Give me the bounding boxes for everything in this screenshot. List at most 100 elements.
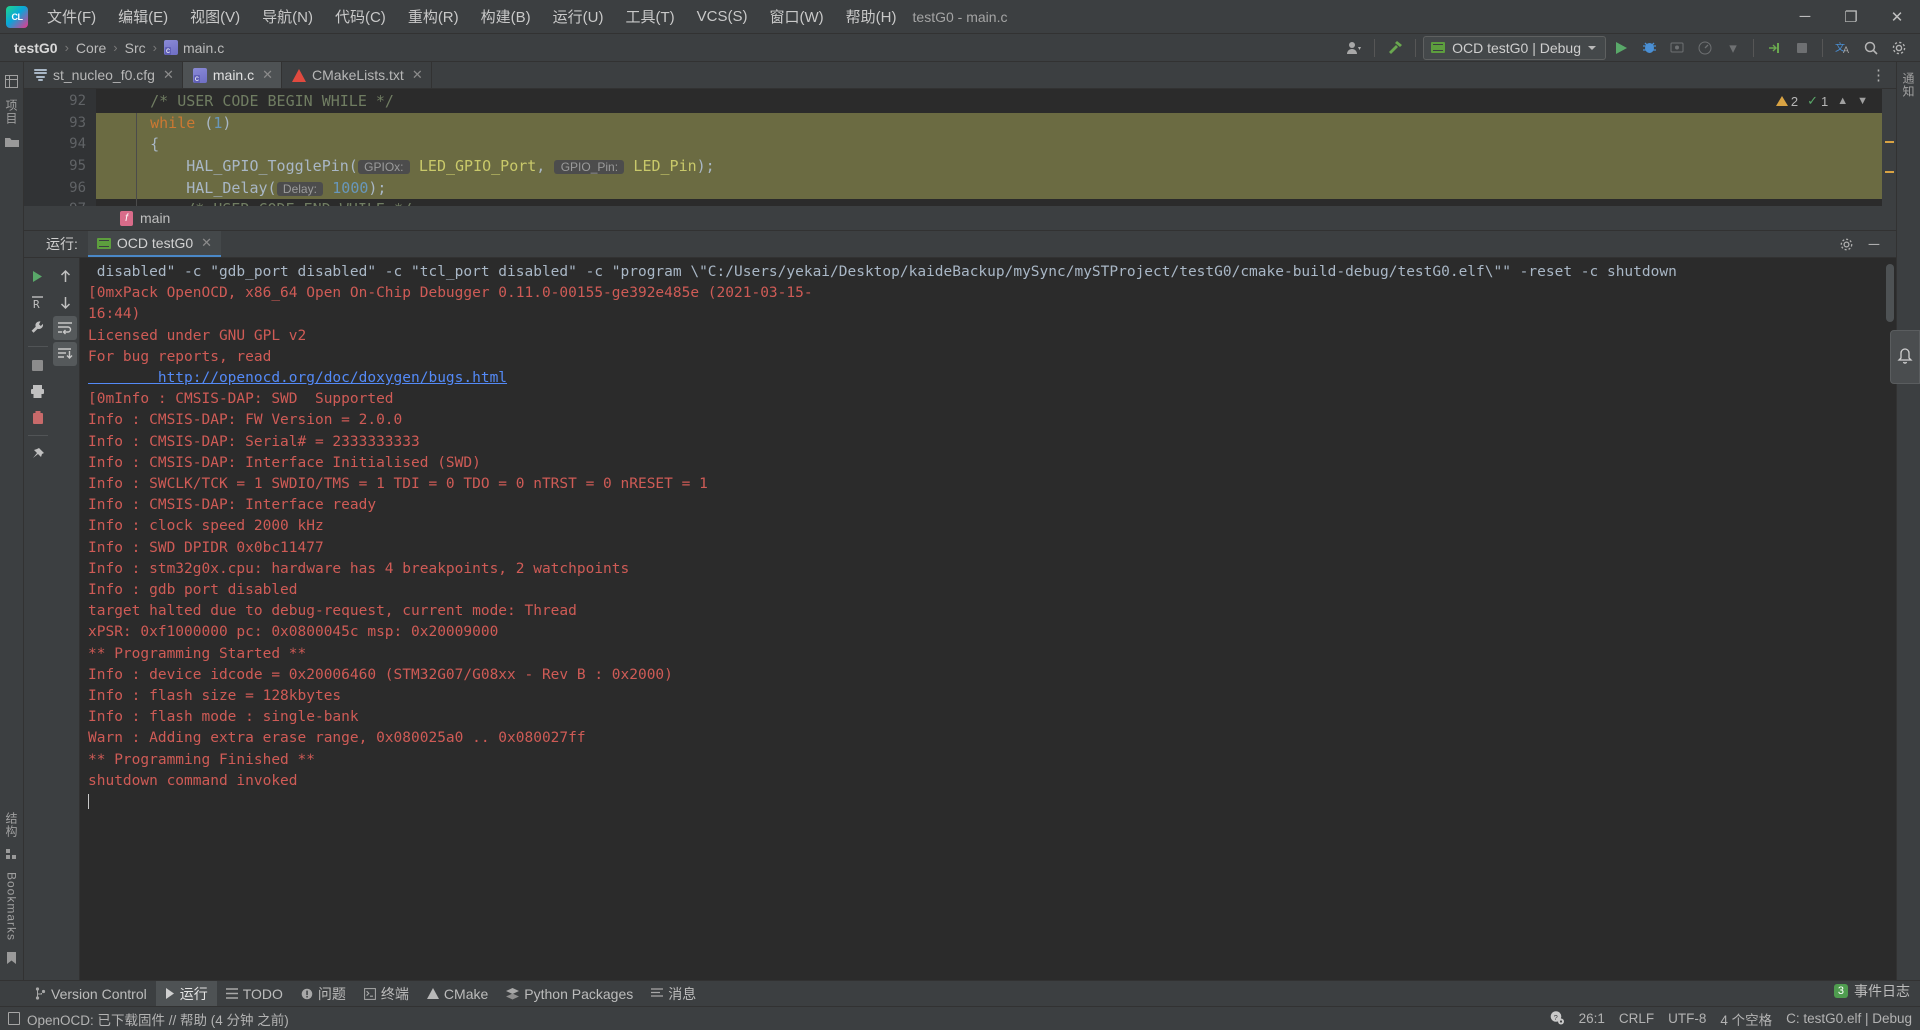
tab-cmakelists-txt[interactable]: CMakeLists.txt ✕ <box>282 62 432 88</box>
notifications-popup[interactable] <box>1890 330 1920 384</box>
up-button[interactable] <box>53 264 77 288</box>
caret-position[interactable]: 26:1 <box>1579 1011 1605 1026</box>
translate-icon[interactable]: 文A <box>1830 36 1856 60</box>
inspection-scrollbar[interactable] <box>1882 89 1896 206</box>
status-message[interactable]: OpenOCD: 已下载固件 // 帮助 (4 分钟 之前) <box>27 1009 289 1029</box>
settings-wrench-button[interactable] <box>26 316 50 340</box>
tool-window-python-packages[interactable]: Python Packages <box>497 983 642 1005</box>
help-gear-icon[interactable]: ? <box>1549 1010 1565 1028</box>
tool-window-problems[interactable]: 问题 <box>292 981 355 1007</box>
search-icon[interactable] <box>1858 36 1884 60</box>
file-encoding[interactable]: UTF-8 <box>1668 1011 1706 1026</box>
inspection-ok-count[interactable]: ✓ 1 <box>1807 93 1828 109</box>
menu-build[interactable]: 构建(B) <box>470 2 542 31</box>
line-separator[interactable]: CRLF <box>1619 1011 1654 1026</box>
code-content[interactable]: /* USER CODE BEGIN WHILE */ while (1) { … <box>96 89 1896 206</box>
close-icon[interactable]: ✕ <box>262 67 273 83</box>
menu-tools[interactable]: 工具(T) <box>614 2 685 31</box>
user-account-icon[interactable] <box>1341 36 1367 60</box>
pin-button[interactable] <box>26 442 50 466</box>
chevron-up-icon[interactable]: ▲ <box>1837 95 1848 107</box>
down-button[interactable] <box>53 290 77 314</box>
close-icon[interactable]: ✕ <box>412 67 423 83</box>
bookmark-icon[interactable] <box>6 952 17 965</box>
breadcrumb-folder-core[interactable]: Core <box>70 38 112 58</box>
notification-bell-icon <box>1897 348 1913 366</box>
sidebar-item-bookmarks[interactable]: Bookmarks <box>5 868 19 945</box>
rerun-failed-button[interactable]: R <box>26 290 50 314</box>
console-scrollbar[interactable] <box>1886 264 1894 322</box>
tool-window-label: 问题 <box>318 984 346 1004</box>
close-button[interactable]: ✕ <box>1874 0 1920 34</box>
tabs-overflow-icon[interactable]: ⋮ <box>1863 62 1896 88</box>
console-output[interactable]: disabled" -c "gdb_port disabled" -c "tcl… <box>80 258 1896 980</box>
close-icon[interactable]: ✕ <box>163 67 174 83</box>
run-button[interactable] <box>1608 36 1634 60</box>
profile-icon[interactable] <box>1692 36 1718 60</box>
menu-navigate[interactable]: 导航(N) <box>251 2 324 31</box>
menu-view[interactable]: 视图(V) <box>179 2 251 31</box>
menu-bar: 文件(F) 编辑(E) 视图(V) 导航(N) 代码(C) 重构(R) 构建(B… <box>36 2 907 31</box>
breadcrumb-file[interactable]: main.c <box>158 38 230 58</box>
menu-refactor[interactable]: 重构(R) <box>397 2 470 31</box>
menu-window[interactable]: 窗口(W) <box>758 2 834 31</box>
menu-help[interactable]: 帮助(H) <box>835 2 908 31</box>
stop-button[interactable] <box>26 353 50 377</box>
console-line: Info : CMSIS-DAP: FW Version = 2.0.0 <box>88 410 1896 431</box>
tool-window-cmake[interactable]: CMake <box>418 983 497 1005</box>
build-hammer-icon[interactable] <box>1382 36 1408 60</box>
minimize-run-window-icon[interactable]: ─ <box>1862 232 1886 256</box>
chevron-down-icon[interactable]: ▼ <box>1857 95 1868 107</box>
debug-button[interactable] <box>1636 36 1662 60</box>
log-icon[interactable] <box>8 1012 20 1025</box>
stop-icon[interactable] <box>1789 36 1815 60</box>
menu-code[interactable]: 代码(C) <box>324 2 397 31</box>
event-log-label[interactable]: 事件日志 <box>1854 981 1910 1001</box>
warning-count[interactable]: 2 <box>1776 94 1798 109</box>
structure-icon[interactable] <box>6 849 18 861</box>
tab-st-nucleo-f0-cfg[interactable]: st_nucleo_f0.cfg ✕ <box>24 62 183 88</box>
soft-wrap-button[interactable] <box>53 316 77 340</box>
run-tab-ocd-testg0[interactable]: OCD testG0 ✕ <box>88 231 221 257</box>
close-icon[interactable]: ✕ <box>201 235 212 251</box>
breadcrumb-folder-src[interactable]: Src <box>119 38 152 58</box>
tool-window-terminal[interactable]: 终端 <box>355 981 418 1007</box>
menu-file[interactable]: 文件(F) <box>36 2 107 31</box>
minimize-button[interactable]: ─ <box>1782 0 1828 34</box>
sidebar-item-notifications[interactable]: 通知 <box>1900 68 1917 102</box>
tool-window-run[interactable]: 运行 <box>156 981 217 1007</box>
menu-vcs[interactable]: VCS(S) <box>686 4 759 29</box>
error-icon <box>301 988 313 1000</box>
maximize-button[interactable]: ❐ <box>1828 0 1874 34</box>
event-log-area[interactable]: 3 事件日志 <box>1834 978 1910 1004</box>
print-button[interactable] <box>26 379 50 403</box>
settings-gear-icon[interactable] <box>1886 36 1912 60</box>
attach-debugger-icon[interactable] <box>1664 36 1690 60</box>
code-editor[interactable]: 92 93 94 95 96 97 /* USER CODE BEGIN WHI… <box>24 89 1896 206</box>
sidebar-item-structure[interactable]: 结构 <box>3 808 20 842</box>
tab-main-c[interactable]: main.c ✕ <box>183 62 282 88</box>
indent-setting[interactable]: 4 个空格 <box>1720 1009 1772 1029</box>
run-configuration-selector[interactable]: OCD testG0 | Debug <box>1423 36 1606 60</box>
breadcrumb-project[interactable]: testG0 <box>8 38 64 58</box>
menu-run[interactable]: 运行(U) <box>542 2 615 31</box>
line-number: 92 <box>24 91 96 113</box>
more-run-options-icon[interactable]: ▾ <box>1720 36 1746 60</box>
code-breadcrumb-label[interactable]: main <box>140 210 170 226</box>
attach-process-icon[interactable] <box>1761 36 1787 60</box>
folder-icon[interactable] <box>5 136 19 148</box>
rerun-button[interactable] <box>26 264 50 288</box>
console-link[interactable]: http://openocd.org/doc/doxygen/bugs.html <box>88 368 1896 389</box>
build-config-status[interactable]: C: testG0.elf | Debug <box>1786 1011 1912 1026</box>
trash-button[interactable] <box>26 405 50 429</box>
scroll-to-end-button[interactable] <box>53 342 77 366</box>
project-tool-icon[interactable] <box>5 75 18 88</box>
tool-window-todo[interactable]: TODO <box>217 983 292 1005</box>
run-settings-gear-icon[interactable] <box>1834 232 1858 256</box>
sidebar-item-project[interactable]: 项目 <box>3 95 20 129</box>
tool-window-version-control[interactable]: Version Control <box>26 983 156 1005</box>
menu-edit[interactable]: 编辑(E) <box>107 2 179 31</box>
editor-inspection-status[interactable]: 2 ✓ 1 ▲ ▼ <box>1776 93 1868 109</box>
c-file-icon <box>164 40 178 55</box>
tool-window-messages[interactable]: 消息 <box>642 981 705 1007</box>
